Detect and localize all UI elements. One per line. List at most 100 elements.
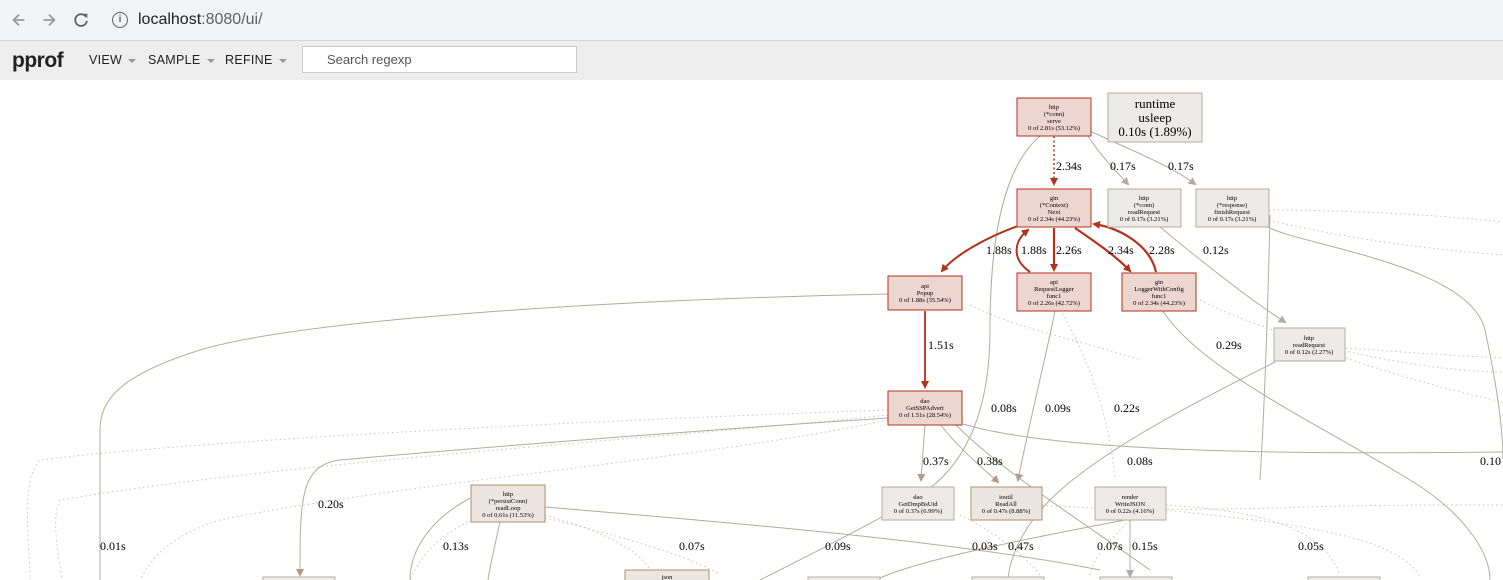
edge-label: 0.22s <box>1114 401 1140 415</box>
forward-arrow-icon[interactable] <box>38 9 60 31</box>
node-label: 0 of 0.22s (4.16%) <box>1106 508 1155 515</box>
edge-label: 0.38s <box>977 454 1003 468</box>
node-ioutil-readall[interactable]: ioutil ReadAll 0 of 0.47s (8.88%) <box>970 486 1043 521</box>
edge-label: 2.26s <box>1056 243 1082 257</box>
edge-label: 1.51s <box>928 338 954 352</box>
edge-label: 0.01s <box>100 539 126 553</box>
node-label: (*response) <box>1217 202 1247 209</box>
node-label: readLoop <box>496 505 521 512</box>
edge-label: 0.09s <box>1045 401 1071 415</box>
node-gin-loggerwithconfig-func1[interactable]: gin LoggerWithConfig func1 0 of 2.34s (4… <box>1121 272 1197 312</box>
node-label: json <box>661 574 674 580</box>
node-label: GetDmpBsUid <box>899 501 939 508</box>
node-api-requestlogger-func1[interactable]: api RequestLogger func1 0 of 2.26s (42.7… <box>1016 272 1092 312</box>
back-arrow-icon[interactable] <box>8 9 30 31</box>
node-label: WriteJSON <box>1115 501 1145 508</box>
edge-label: 0.10 <box>1480 454 1501 468</box>
node-dao-getdmpbsuid[interactable]: dao GetDmpBsUid 0 of 0.37s (6.99%) <box>881 486 955 521</box>
node-label: 0 of 0.17s (3.21%) <box>1208 216 1257 223</box>
node-http-conn-serve[interactable]: http (*conn) serve 0 of 2.81s (53.12%) <box>1016 97 1092 137</box>
node-http-readrequest[interactable]: http readRequest 0 of 0.12s (2.27%) <box>1273 327 1346 362</box>
node-label: readRequest <box>1128 209 1160 216</box>
node-label: 0 of 0.47s (8.88%) <box>982 508 1031 515</box>
node-label: (*conn) <box>1134 202 1154 209</box>
node-label: gin <box>1050 195 1059 202</box>
node-label: Popup <box>917 290 934 297</box>
edge-label: 0.17s <box>1110 159 1136 173</box>
node-render-writejson[interactable]: render WriteJSON 0 of 0.22s (4.16%) <box>1094 486 1167 521</box>
edge-label: 0.08s <box>1127 454 1153 468</box>
node-label: RequestLogger <box>1034 286 1075 293</box>
edge-label: 0.08s <box>991 401 1017 415</box>
node-label: dao <box>913 494 922 501</box>
node-label: (*conn) <box>1044 111 1064 118</box>
node-label: serve <box>1047 118 1061 125</box>
node-label: usleep <box>1138 110 1171 125</box>
address-bar[interactable]: i localhost:8080/ui/ <box>112 10 263 30</box>
node-json-partial[interactable]: json <box>624 569 710 580</box>
node-label: GetSSPAdvert <box>906 405 944 412</box>
node-label: (*persistConn) <box>489 498 528 505</box>
edge-label: 0.20s <box>318 497 344 511</box>
pprof-toolbar: pprof VIEW SAMPLE REFINE <box>0 41 1503 80</box>
caret-down-icon <box>278 58 287 63</box>
node-label: dao <box>920 398 929 405</box>
node-label: gin <box>1155 279 1164 286</box>
edge-label: 0.03s <box>972 539 998 553</box>
node-label: http <box>1049 104 1059 111</box>
node-label: render <box>1122 494 1139 501</box>
node-label: 0 of 2.81s (53.12%) <box>1028 125 1080 132</box>
node-api-popup[interactable]: api Popup 0 of 1.88s (35.54%) <box>887 275 963 311</box>
node-label: 0 of 0.12s (2.27%) <box>1285 349 1334 356</box>
search-input[interactable] <box>302 46 577 73</box>
node-http-response-finishrequest[interactable]: http (*response) finishRequest 0 of 0.17… <box>1195 188 1270 228</box>
menu-view-label: VIEW <box>89 53 123 67</box>
node-label: 0.10s (1.89%) <box>1118 124 1191 139</box>
node-label: 0 of 2.34s (44.23%) <box>1028 216 1080 223</box>
node-label: func1 <box>1047 293 1062 300</box>
node-dao-getsspadvert[interactable]: dao GetSSPAdvert 0 of 1.51s (28.54%) <box>887 390 963 426</box>
edge-label: 0.29s <box>1216 338 1242 352</box>
node-label: api <box>921 283 929 290</box>
menu-view[interactable]: VIEW <box>89 53 137 67</box>
node-label: ReadAll <box>995 501 1017 508</box>
url-path: :8080/ui/ <box>201 11 263 28</box>
call-graph[interactable]: 2.34s 0.17s 0.17s 1.88s 1.88s 2.26s 2.34… <box>0 80 1503 580</box>
browser-toolbar: i localhost:8080/ui/ <box>0 0 1503 41</box>
node-label: func1 <box>1152 293 1167 300</box>
edge-label: 0.05s <box>1298 539 1324 553</box>
menu-refine-label: REFINE <box>225 53 273 67</box>
edge-label: 0.17s <box>1168 159 1194 173</box>
node-label: Next <box>1048 209 1061 216</box>
url-host: localhost <box>138 11 202 28</box>
node-label: api <box>1050 279 1058 286</box>
node-http-conn-readrequest[interactable]: http (*conn) readRequest 0 of 0.17s (3.2… <box>1107 188 1182 228</box>
node-label: 0 of 0.17s (3.21%) <box>1120 216 1169 223</box>
edge-label: 0.37s <box>923 454 949 468</box>
node-label: 0 of 1.88s (35.54%) <box>899 297 951 304</box>
node-label: (*Context) <box>1040 202 1068 209</box>
edge-label: 0.13s <box>443 539 469 553</box>
menu-sample[interactable]: SAMPLE <box>148 53 215 67</box>
menu-sample-label: SAMPLE <box>148 53 201 67</box>
node-label: 0 of 0.61s (11.53%) <box>482 512 534 519</box>
edge-label: 1.88s <box>1021 243 1047 257</box>
app-brand: pprof <box>12 49 64 72</box>
node-label: http <box>1304 335 1314 342</box>
node-label: 0 of 0.37s (6.99%) <box>894 508 943 515</box>
edge-label: 0.12s <box>1203 243 1229 257</box>
reload-icon[interactable] <box>70 9 92 31</box>
info-icon[interactable]: i <box>112 11 128 28</box>
node-label: 0 of 2.34s (44.23%) <box>1133 300 1185 307</box>
edge-label: 0.47s <box>1008 539 1034 553</box>
dotted-edges <box>27 209 1503 580</box>
caret-down-icon <box>128 58 137 63</box>
node-http-persistconn-readloop[interactable]: http (*persistConn) readLoop 0 of 0.61s … <box>470 484 546 523</box>
node-gin-context-next[interactable]: gin (*Context) Next 0 of 2.34s (44.23%) <box>1016 188 1092 228</box>
node-runtime-usleep[interactable]: runtime usleep 0.10s (1.89%) <box>1107 92 1203 143</box>
edge-label: 0.07s <box>679 539 705 553</box>
edge-label: 1.88s <box>986 243 1012 257</box>
edge-label: 2.34s <box>1056 159 1082 173</box>
menu-refine[interactable]: REFINE <box>225 53 287 67</box>
node-label: runtime <box>1135 96 1176 111</box>
